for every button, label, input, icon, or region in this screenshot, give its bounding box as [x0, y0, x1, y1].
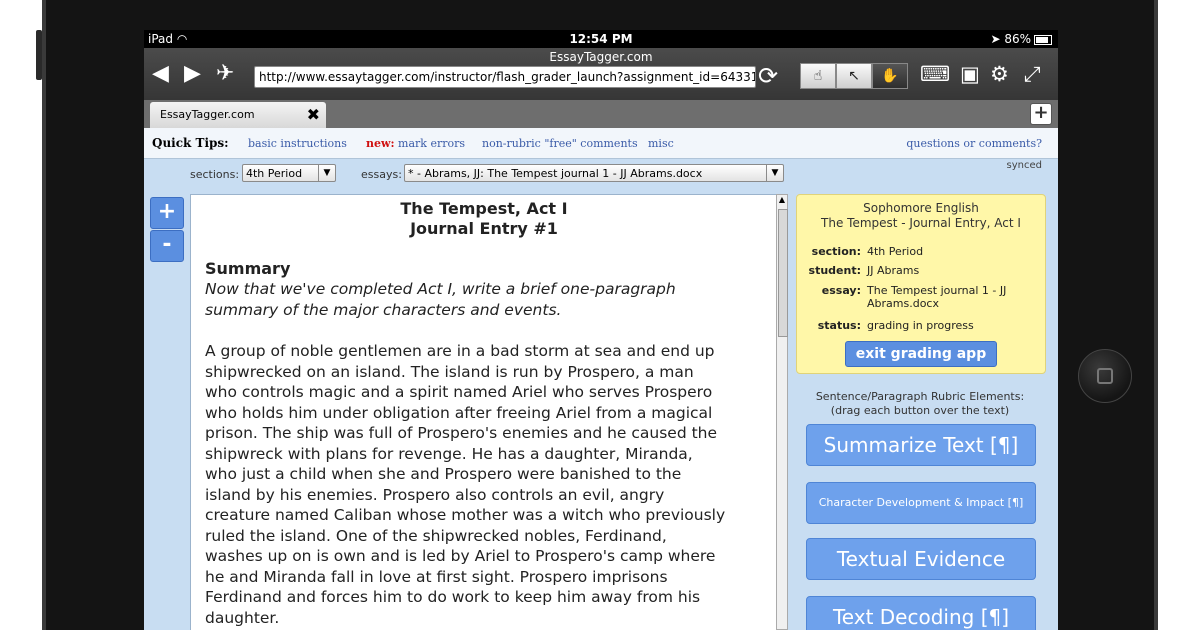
- scroll-up-icon[interactable]: ▲: [777, 195, 787, 204]
- tip-free-comments[interactable]: non-rubric "free" comments: [482, 137, 638, 150]
- essays-label: essays:: [361, 168, 402, 181]
- zoom-out-button[interactable]: -: [150, 230, 184, 262]
- battery-icon: [1034, 34, 1052, 45]
- essay-title: The Tempest, Act I: [400, 199, 568, 218]
- essay-file-value: The Tempest journal 1 - JJ Abrams.docx: [867, 284, 1007, 310]
- pointer-mode-icon[interactable]: ↖: [836, 63, 872, 89]
- essay-line: island by his enemies. Prospero also con…: [205, 485, 665, 504]
- fullscreen-icon[interactable]: ⤢: [1024, 62, 1041, 87]
- url-field[interactable]: http://www.essaytagger.com/instructor/fl…: [254, 66, 756, 88]
- tab-label: EssayTagger.com: [160, 108, 255, 121]
- essay-line: prison. The ship was full of Prospero's …: [205, 424, 718, 442]
- quick-tips-bar: Quick Tips: basic instructions new: mark…: [144, 128, 1058, 159]
- quick-tips-label: Quick Tips:: [152, 136, 229, 150]
- scroll-thumb[interactable]: [778, 209, 788, 337]
- ipad-screen: iPad ◠ 12:54 PM ➤ 86% EssayTagger.com ◀ …: [144, 30, 1058, 630]
- sections-select[interactable]: 4th Period ▼: [242, 164, 336, 182]
- chevron-down-icon: ▼: [766, 165, 783, 181]
- essay-line: shipwreck with plans for revenge. He has…: [205, 444, 693, 463]
- tip-mark-errors[interactable]: new: mark errors: [366, 137, 465, 150]
- new-badge: new:: [366, 137, 395, 150]
- rubric-summarize-text-button[interactable]: Summarize Text [¶]: [806, 424, 1036, 466]
- essay-prompt: Now that we've completed Act I, write a …: [205, 280, 676, 319]
- bezel-edge-right: [1154, 0, 1158, 630]
- home-square-icon: [1097, 368, 1113, 384]
- interaction-mode-group: ☝ ↖ ✋: [800, 63, 908, 89]
- essay-line: Ferdinand and forces him to do work to k…: [205, 588, 701, 606]
- essay-panel[interactable]: The Tempest, Act I Journal Entry #1 Summ…: [190, 194, 778, 630]
- essay-scrollbar[interactable]: ▲: [776, 194, 788, 630]
- keyboard-icon[interactable]: ⌨: [920, 62, 950, 86]
- back-icon[interactable]: ◀: [152, 62, 169, 86]
- reload-icon[interactable]: ⟳: [758, 62, 778, 90]
- exit-grading-button[interactable]: exit grading app: [845, 341, 997, 367]
- rubric-heading: Sentence/Paragraph Rubric Elements: (dra…: [815, 390, 1025, 417]
- course-name: Sophomore English: [863, 201, 979, 215]
- essay-line: ruled the island. One of the shipwrecked…: [205, 526, 667, 545]
- essay-line: washes up on is own and is led by Ariel …: [205, 547, 716, 565]
- clock: 12:54 PM: [569, 32, 633, 46]
- chevron-down-icon: ▼: [318, 165, 335, 181]
- sync-status: synced: [1006, 160, 1042, 171]
- new-tab-button[interactable]: +: [1030, 103, 1052, 125]
- touch-mode-icon[interactable]: ☝: [800, 63, 836, 89]
- hand-mode-icon[interactable]: ✋: [872, 63, 908, 89]
- essay-line: who holds him under obligation after fre…: [205, 403, 713, 422]
- essay-line: who just a child when she and Prospero w…: [205, 465, 682, 483]
- essay-line: who controls magic and a spirit named Ar…: [205, 383, 713, 401]
- assignment-name: The Tempest - Journal Entry, Act I: [821, 216, 1021, 230]
- forward-icon[interactable]: ▶: [184, 62, 201, 86]
- sections-label: sections:: [190, 168, 240, 181]
- status-bar: iPad ◠ 12:54 PM ➤ 86%: [144, 30, 1058, 48]
- assignment-info-box: Sophomore English The Tempest - Journal …: [796, 194, 1046, 374]
- tab-bar: EssayTagger.com ✖ +: [144, 100, 1058, 128]
- battery-percent: 86%: [1004, 32, 1031, 46]
- questions-link[interactable]: questions or comments?: [906, 137, 1042, 150]
- browser-tab[interactable]: EssayTagger.com ✖: [150, 102, 326, 128]
- gear-icon[interactable]: ⚙: [990, 62, 1009, 86]
- side-button: [36, 30, 42, 80]
- essay-line: A group of noble gentlemen are in a bad …: [205, 342, 715, 360]
- bezel-edge-left: [42, 0, 46, 630]
- rubric-character-development-button[interactable]: Character Development & Impact [¶]: [806, 482, 1036, 524]
- essay-subtitle: Journal Entry #1: [410, 219, 558, 238]
- tip-misc[interactable]: misc: [648, 137, 674, 150]
- tip-basic-instructions[interactable]: basic instructions: [248, 137, 347, 150]
- rubric-text-decoding-button[interactable]: Text Decoding [¶]: [806, 596, 1036, 630]
- screenshot-icon[interactable]: ▣: [960, 62, 980, 86]
- essay-line: he and Miranda fall in love at first sig…: [205, 567, 668, 586]
- section-value: 4th Period: [867, 245, 924, 258]
- essay-line: shipwrecked on an island. The island is …: [205, 362, 694, 381]
- essay-line: creature named Caliban whose mother was …: [205, 506, 726, 524]
- student-value: JJ Abrams: [867, 264, 920, 277]
- status-value: grading in progress: [867, 319, 974, 332]
- bookmark-plane-icon[interactable]: ✈: [216, 62, 234, 86]
- essay-heading: Summary: [205, 259, 291, 278]
- essays-select[interactable]: * - Abrams, JJ: The Tempest journal 1 - …: [404, 164, 784, 182]
- zoom-in-button[interactable]: +: [150, 197, 184, 229]
- close-tab-icon[interactable]: ✖: [307, 102, 320, 128]
- essay-line: daughter.: [205, 608, 280, 627]
- rubric-textual-evidence-button[interactable]: Textual Evidence: [806, 538, 1036, 580]
- location-icon: ➤: [990, 32, 1001, 46]
- essay-body[interactable]: A group of noble gentlemen are in a bad …: [205, 341, 765, 628]
